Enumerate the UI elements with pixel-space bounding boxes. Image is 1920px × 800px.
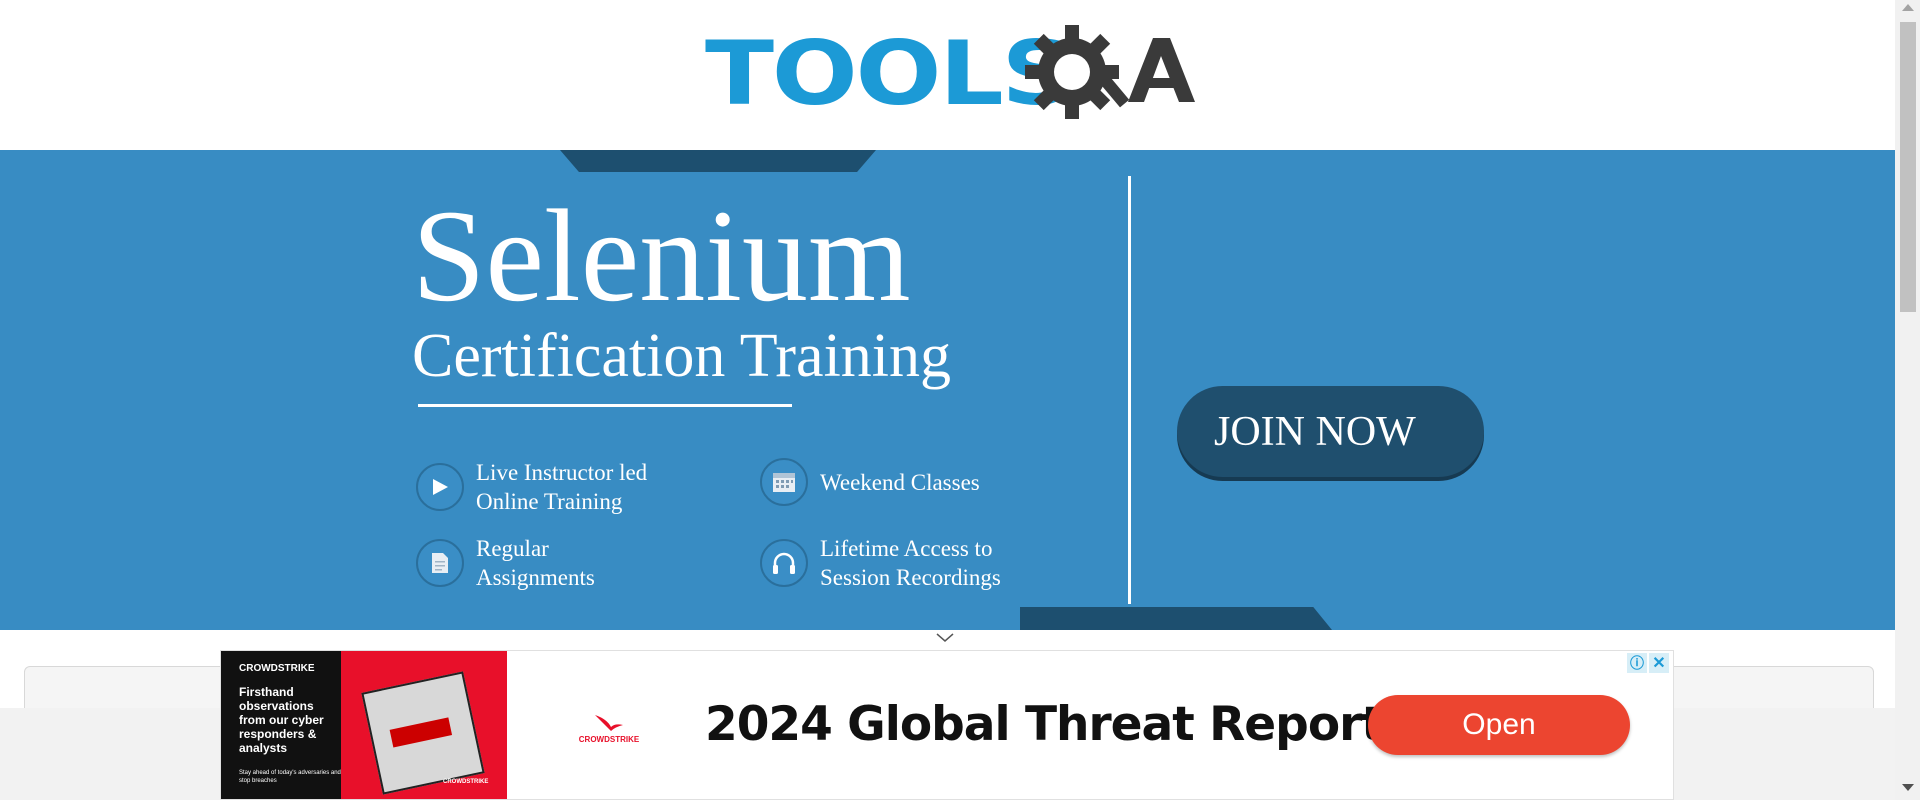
chevron-down-icon[interactable] xyxy=(935,632,955,644)
vertical-scrollbar[interactable] xyxy=(1895,0,1920,800)
headphones-icon xyxy=(760,539,808,587)
banner-divider xyxy=(1128,176,1131,604)
feature-lifetime-access: Lifetime Access to Session Recordings xyxy=(760,534,1001,592)
ad-image-headline: Firsthand observations from our cyber re… xyxy=(239,685,324,755)
join-now-button[interactable]: JOIN NOW xyxy=(1177,386,1484,477)
scroll-up-arrow-icon[interactable] xyxy=(1902,4,1914,11)
scroll-down-arrow-icon[interactable] xyxy=(1902,784,1914,791)
feature-text: Regular Assignments xyxy=(476,536,595,590)
ad-image-fine-print: Stay ahead of today's adversaries and st… xyxy=(239,770,341,784)
feature-assignments: Regular Assignments xyxy=(416,534,595,592)
crowdstrike-logo[interactable]: CROWDSTRIKE xyxy=(574,711,644,744)
logo-gear-qa-icon xyxy=(1025,25,1195,119)
banner-title-underline xyxy=(418,404,792,407)
ad-title[interactable]: 2024 Global Threat Report xyxy=(705,697,1384,752)
logo-tools-text: TOOLS xyxy=(705,22,1074,125)
banner-title: Selenium xyxy=(412,182,911,329)
ad-image-brand-footer: CROWDSTRIKE xyxy=(443,779,489,785)
ad-image-brand: CROWDSTRIKE xyxy=(239,663,315,674)
play-icon xyxy=(416,463,464,511)
calendar-icon xyxy=(760,458,808,506)
banner-subtitle: Certification Training xyxy=(412,322,952,390)
ad-close-icon[interactable]: ✕ xyxy=(1649,653,1669,673)
ad-open-button[interactable]: Open xyxy=(1368,695,1630,755)
feature-live-training: Live Instructor led Online Training xyxy=(416,458,647,516)
toolsqa-logo[interactable]: TOOLS xyxy=(705,20,1195,140)
feature-text: Lifetime Access to Session Recordings xyxy=(820,536,1001,590)
ad-logo-text: CROWDSTRIKE xyxy=(578,735,640,744)
ad-info-icon[interactable]: ⓘ xyxy=(1627,653,1647,673)
report-book-image xyxy=(361,671,485,795)
ad-image[interactable]: CROWDSTRIKE Firsthand observations from … xyxy=(221,651,507,799)
advertisement-banner[interactable]: CROWDSTRIKE Firsthand observations from … xyxy=(220,650,1674,800)
selenium-training-banner[interactable]: Selenium Certification Training Live Ins… xyxy=(0,150,1895,630)
falcon-icon xyxy=(595,715,623,731)
scroll-thumb[interactable] xyxy=(1900,22,1916,312)
feature-text: Weekend Classes xyxy=(820,469,980,495)
site-header: TOOLS xyxy=(0,0,1895,150)
document-icon xyxy=(416,539,464,587)
banner-top-stripe xyxy=(560,150,876,172)
feature-text: Live Instructor led Online Training xyxy=(476,460,648,514)
banner-bottom-stripe xyxy=(1020,607,1332,630)
feature-weekend-classes: Weekend Classes xyxy=(760,458,980,506)
